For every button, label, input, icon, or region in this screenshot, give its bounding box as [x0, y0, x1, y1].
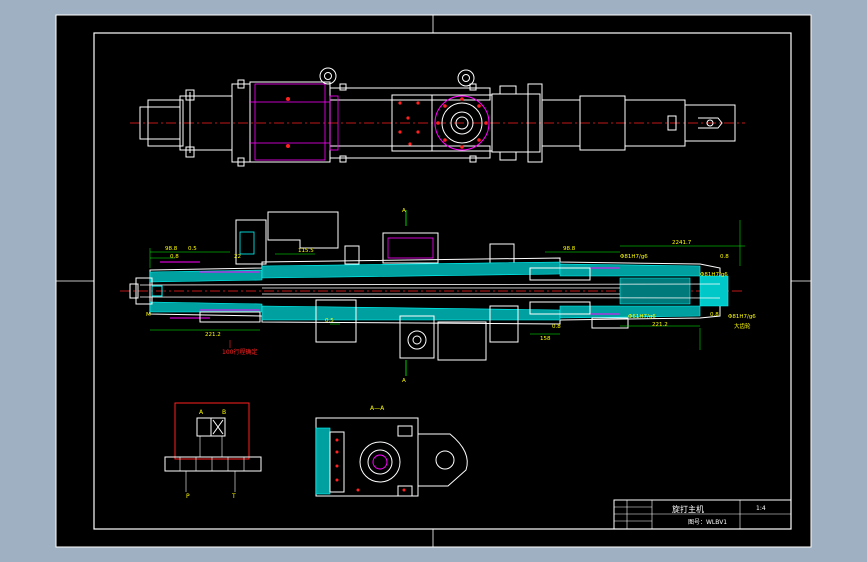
bottom-view-label: A—A — [370, 405, 385, 412]
title-scale: 1:4 — [756, 505, 766, 512]
schematic-b: B — [222, 409, 226, 416]
section-mark-a-top: A — [402, 208, 406, 214]
dim-lower-2: 0.8 — [552, 324, 561, 330]
fit-2: Φ81H7/g6 — [700, 272, 728, 278]
dim-lower-right-1: 221.2 — [652, 322, 668, 328]
title-name: 旋打主机 — [672, 504, 704, 514]
cad-viewport: 98.8 0.5 0.8 22 115.5 98.8 2241.7 0.8 22… — [0, 0, 867, 562]
dim-lower-3: 158 — [540, 336, 551, 342]
dim-lower-4: 0.5 — [325, 318, 334, 324]
note-right: 大齿轮 — [734, 322, 751, 330]
dim-left-1: 98.8 — [165, 246, 178, 252]
schematic-p: P — [186, 493, 190, 500]
dim-right-1: 98.8 — [563, 246, 576, 252]
note-red: 100行程确定 — [222, 348, 257, 356]
fit-5: Φ81H7/g6 — [728, 314, 756, 320]
dim-right-2: 0.8 — [720, 254, 729, 260]
title-drawing-no: 图号：WLBV1 — [688, 519, 727, 526]
dim-left-2: 0.5 — [188, 246, 197, 252]
fit-1: Φ81H7/g6 — [620, 254, 648, 260]
dim-lower-right-2: 0.8 — [710, 312, 719, 318]
dim-left-5: M — [146, 312, 151, 318]
section-mark-a-bottom: A — [402, 378, 406, 384]
dim-right-far: 2241.7 — [672, 240, 692, 246]
schematic-t: T — [231, 493, 236, 500]
dim-left-3: 0.8 — [170, 254, 179, 260]
fit-3: Φ61H7/g6 — [628, 314, 656, 320]
dim-left-4: 22 — [234, 254, 241, 260]
dim-mid-1: 115.5 — [298, 248, 314, 254]
dim-lower-1: 221.2 — [205, 332, 221, 338]
drawing-sheet: 98.8 0.5 0.8 22 115.5 98.8 2241.7 0.8 22… — [55, 14, 812, 548]
